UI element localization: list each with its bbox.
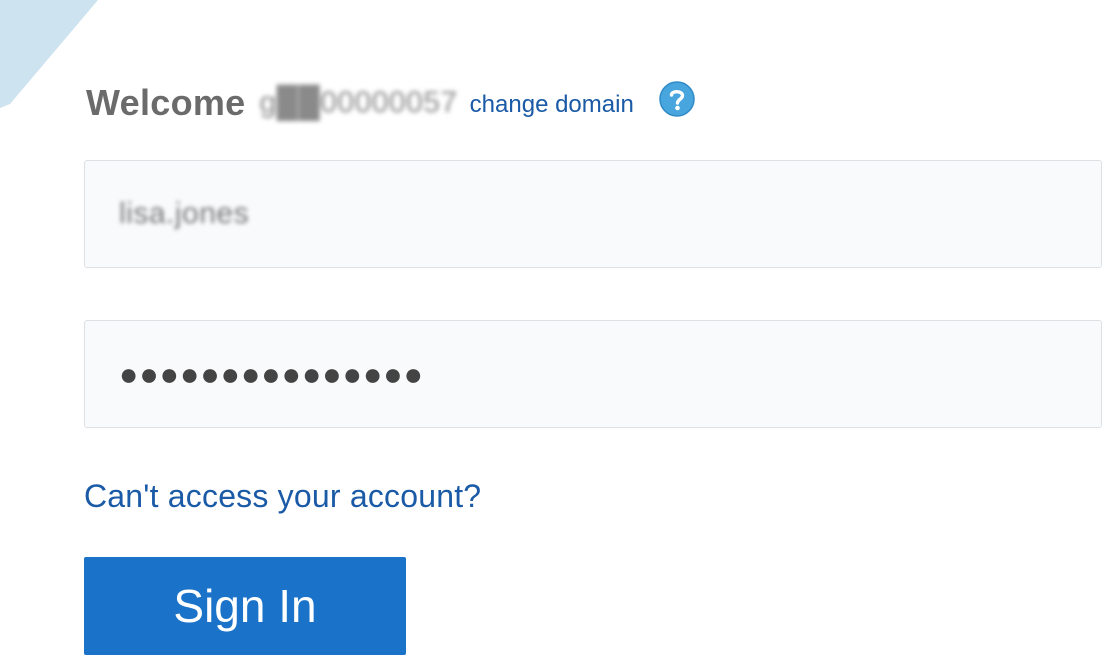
username-value: lisa.jones [119, 197, 250, 230]
password-value: ●●●●●●●●●●●●●●● [119, 355, 424, 392]
question-circle-icon [659, 81, 695, 117]
sign-in-button[interactable]: Sign In [84, 557, 406, 655]
help-icon[interactable] [658, 80, 696, 118]
sign-in-label: Sign In [173, 580, 317, 632]
domain-value: g██00000057 [259, 86, 458, 119]
username-field[interactable]: lisa.jones [84, 160, 1102, 268]
corner-decoration [0, 0, 98, 108]
change-domain-link[interactable]: change domain [470, 91, 634, 119]
cant-access-account-link[interactable]: Can't access your account? [84, 478, 481, 515]
password-field[interactable]: ●●●●●●●●●●●●●●● [84, 320, 1102, 428]
login-page: Welcome g██00000057 change domain lisa.j… [0, 0, 1106, 656]
welcome-row: Welcome g██00000057 change domain [86, 78, 696, 128]
welcome-label: Welcome [86, 82, 246, 123]
